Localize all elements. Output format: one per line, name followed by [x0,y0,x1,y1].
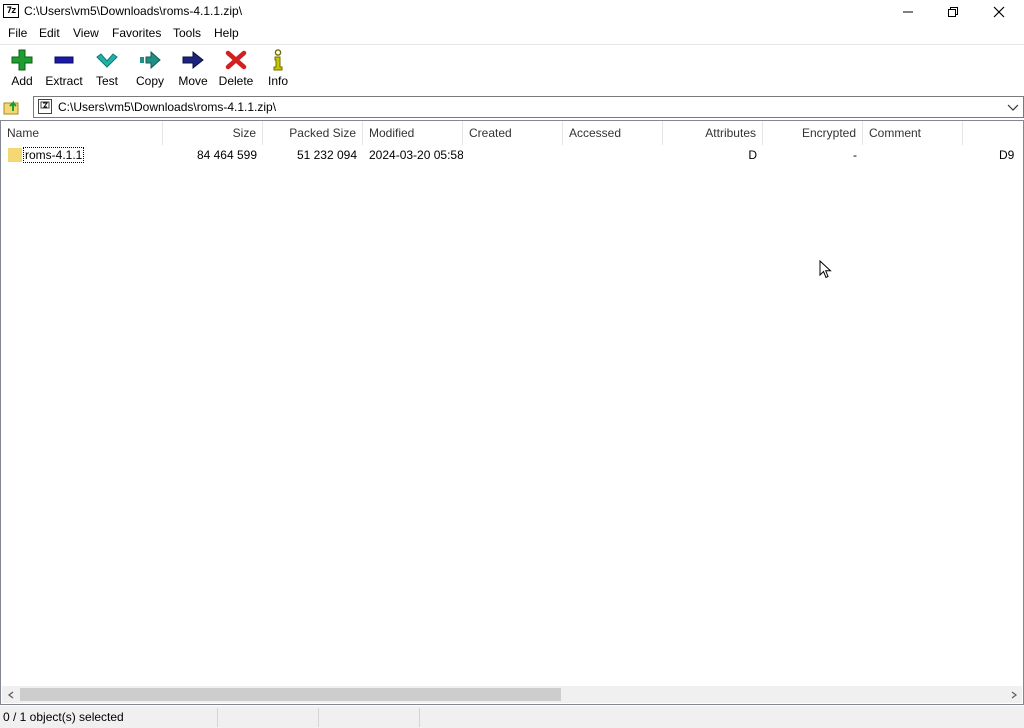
mouse-cursor-icon [819,260,832,279]
scrollbar-thumb[interactable] [20,688,561,701]
add-label: Add [11,74,33,88]
delete-button[interactable]: Delete [214,49,258,93]
move-button[interactable]: Move [171,49,215,93]
app-icon: 7z [3,4,19,18]
add-button[interactable]: Add [0,49,44,93]
copy-label: Copy [135,74,164,88]
menu-bar: File Edit View Favorites Tools Help [0,24,1024,43]
menu-view[interactable]: View [73,26,99,40]
restore-icon [948,7,958,17]
column-created[interactable]: Created [463,121,563,145]
row-modified: 2024-03-20 05:58 [369,148,463,162]
column-modified[interactable]: Modified [363,121,463,145]
row-name[interactable]: roms-4.1.1 [23,147,85,163]
up-folder-button[interactable] [3,98,23,116]
minus-icon [54,56,74,64]
column-size[interactable]: Size [163,121,263,145]
move-arrow-icon [182,50,204,70]
status-segment-2 [219,708,319,727]
restore-button[interactable] [930,0,976,24]
path-input[interactable]: C:\Users\vm5\Downloads\roms-4.1.1.zip\ [33,96,1024,118]
row-crc: D9 [999,148,1015,162]
info-label: Info [267,74,288,88]
column-comment[interactable]: Comment [863,121,963,145]
test-label: Test [95,74,118,88]
column-encrypted[interactable]: Encrypted [763,121,863,145]
row-created [463,146,563,164]
file-list[interactable]: Name Size Packed Size Modified Created A… [0,120,1024,705]
menu-edit[interactable]: Edit [39,26,60,40]
extract-button[interactable]: Extract [42,49,86,93]
row-accessed [563,146,663,164]
checkmark-icon [96,53,118,68]
horizontal-scrollbar[interactable] [2,686,1022,703]
folder-icon [8,148,22,162]
chevron-down-icon[interactable] [1005,99,1021,115]
chevron-left-icon [7,690,13,699]
column-name[interactable]: Name [1,121,163,145]
row-size: 84 464 599 [196,148,257,162]
copy-arrow-icon [140,50,161,70]
column-header: Name Size Packed Size Modified Created A… [1,121,1023,145]
info-icon [273,49,283,71]
table-row[interactable]: roms-4.1.1 84 464 599 51 232 094 2024-03… [1,146,1023,164]
path-text: C:\Users\vm5\Downloads\roms-4.1.1.zip\ [58,100,277,114]
copy-button[interactable]: Copy [128,49,172,93]
column-accessed[interactable]: Accessed [563,121,663,145]
status-bar: 0 / 1 object(s) selected [0,706,1024,728]
column-attributes[interactable]: Attributes [663,121,763,145]
close-button[interactable] [976,0,1022,24]
title-bar: 7z C:\Users\vm5\Downloads\roms-4.1.1.zip… [0,0,1024,24]
delete-label: Delete [218,74,254,88]
column-crc[interactable] [963,121,1023,145]
info-button[interactable]: Info [256,49,300,93]
minimize-button[interactable] [885,0,931,24]
toolbar: Add Extract Test Copy Move Delete Info [0,44,1024,94]
menu-tools[interactable]: Tools [173,26,201,40]
move-label: Move [178,74,208,88]
menu-file[interactable]: File [8,26,27,40]
archive-icon [38,99,52,114]
extract-label: Extract [45,74,83,88]
scroll-right-button[interactable] [1005,686,1022,703]
row-encrypted: - [853,148,857,162]
row-attributes: D [748,148,757,162]
minimize-icon [903,11,913,13]
menu-favorites[interactable]: Favorites [112,26,161,40]
chevron-right-icon [1011,690,1017,699]
column-packed-size[interactable]: Packed Size [263,121,363,145]
close-icon [993,6,1005,18]
row-comment [863,146,963,164]
address-bar: C:\Users\vm5\Downloads\roms-4.1.1.zip\ [0,96,1024,119]
plus-icon [11,49,33,71]
delete-x-icon [225,50,247,70]
status-segment-3 [320,708,420,727]
window-title: C:\Users\vm5\Downloads\roms-4.1.1.zip\ [24,4,243,18]
up-folder-icon [3,100,19,115]
test-button[interactable]: Test [85,49,129,93]
scroll-left-button[interactable] [2,686,19,703]
row-packed-size: 51 232 094 [296,148,357,162]
status-selection: 0 / 1 object(s) selected [0,708,218,727]
menu-help[interactable]: Help [214,26,239,40]
